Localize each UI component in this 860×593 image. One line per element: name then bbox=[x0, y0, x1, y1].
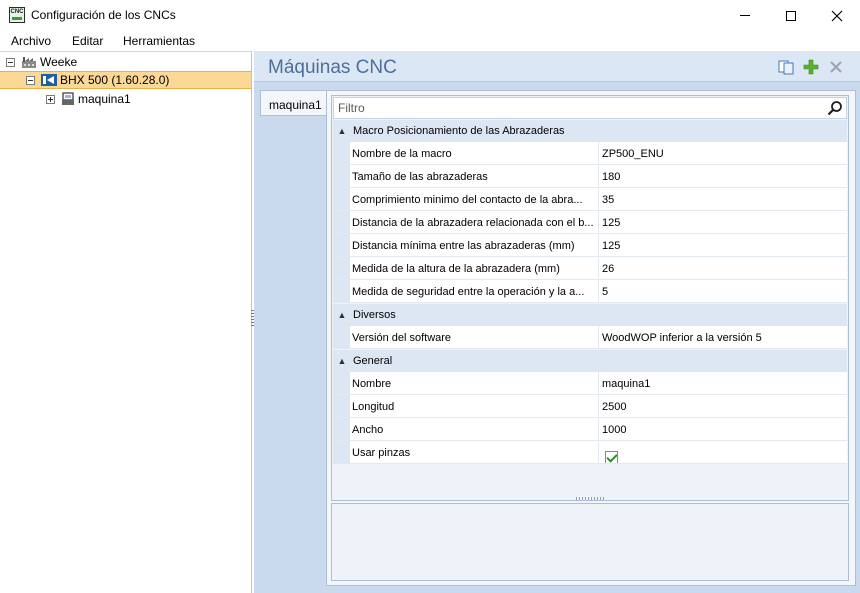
property-value[interactable]: 125 bbox=[599, 234, 847, 256]
category-general[interactable]: ▲ General bbox=[333, 350, 847, 372]
property-row[interactable]: Nombre maquina1 bbox=[333, 372, 847, 395]
property-value[interactable]: 125 bbox=[599, 211, 847, 233]
property-row[interactable]: Ancho 1000 bbox=[333, 418, 847, 441]
collapse-icon[interactable] bbox=[6, 57, 15, 67]
property-value[interactable]: maquina1 bbox=[599, 372, 847, 394]
menu-editar[interactable]: Editar bbox=[72, 34, 103, 48]
category-label: Macro Posicionamiento de las Abrazaderas bbox=[353, 125, 565, 137]
menu-bar: Archivo Editar Herramientas bbox=[0, 31, 860, 51]
description-pane bbox=[331, 503, 849, 581]
category-label: Diversos bbox=[353, 309, 396, 321]
plus-icon bbox=[803, 59, 819, 75]
delete-icon bbox=[830, 61, 842, 73]
category-label: General bbox=[353, 355, 393, 367]
factory-icon bbox=[22, 57, 36, 68]
property-value[interactable]: 1000 bbox=[599, 418, 847, 440]
property-value[interactable]: WoodWOP inferior a la versión 5 bbox=[599, 326, 847, 348]
machine-tree: Weeke BHX 500 (1.60.28.0) maquina1 bbox=[0, 51, 252, 593]
property-name: Ancho bbox=[350, 418, 599, 440]
chevron-up-icon[interactable]: ▲ bbox=[333, 310, 351, 320]
property-name: Nombre de la macro bbox=[350, 142, 599, 164]
property-name: Comprimiento minimo del contacto de la a… bbox=[350, 188, 599, 210]
property-name: Distancia mínima entre las abrazaderas (… bbox=[350, 234, 599, 256]
tree-label-weeke: Weeke bbox=[40, 55, 78, 69]
tree-node-bhx500[interactable]: BHX 500 (1.60.28.0) bbox=[0, 71, 251, 89]
property-value[interactable]: 180 bbox=[599, 165, 847, 187]
property-name: Medida de la altura de la abrazadera (mm… bbox=[350, 257, 599, 279]
expand-icon[interactable] bbox=[46, 94, 55, 104]
property-grid: ▲ Macro Posicionamiento de las Abrazader… bbox=[331, 95, 849, 501]
tab-maquina1[interactable]: maquina1 bbox=[260, 90, 326, 116]
collapse-icon[interactable] bbox=[26, 75, 35, 85]
close-window-button[interactable] bbox=[814, 0, 860, 31]
cnc-app-icon: CNC bbox=[9, 7, 25, 23]
property-row[interactable]: Distancia mínima entre las abrazaderas (… bbox=[333, 234, 847, 257]
usar-pinzas-checkbox[interactable] bbox=[605, 451, 618, 463]
window-title: Configuración de los CNCs bbox=[31, 8, 176, 22]
tree-label-maquina1: maquina1 bbox=[78, 92, 131, 106]
property-name: Nombre bbox=[350, 372, 599, 394]
close-icon bbox=[831, 10, 843, 21]
property-value[interactable]: 2500 bbox=[599, 395, 847, 417]
grid-splitter[interactable] bbox=[576, 497, 606, 500]
filter-box bbox=[333, 97, 847, 119]
tab-content: ▲ Macro Posicionamiento de las Abrazader… bbox=[326, 90, 856, 586]
property-name: Usar pinzas bbox=[350, 441, 599, 463]
tree-node-maquina1[interactable]: maquina1 bbox=[46, 90, 246, 108]
filter-input[interactable] bbox=[338, 100, 808, 116]
category-diversos[interactable]: ▲ Diversos bbox=[333, 304, 847, 326]
property-row[interactable]: Tamaño de las abrazaderas 180 bbox=[333, 165, 847, 188]
property-name: Tamaño de las abrazaderas bbox=[350, 165, 599, 187]
maximize-button[interactable] bbox=[768, 0, 814, 31]
property-name: Longitud bbox=[350, 395, 599, 417]
title-bar: CNC Configuración de los CNCs bbox=[0, 0, 860, 31]
property-value-checkbox[interactable] bbox=[599, 441, 847, 463]
property-row[interactable]: Versión del software WoodWOP inferior a … bbox=[333, 326, 847, 349]
menu-archivo[interactable]: Archivo bbox=[11, 34, 51, 48]
cnc-machine-icon bbox=[41, 74, 57, 86]
property-name: Versión del software bbox=[350, 326, 599, 348]
search-icon[interactable] bbox=[827, 100, 843, 116]
property-value[interactable]: 26 bbox=[599, 257, 847, 279]
property-row[interactable]: Usar pinzas bbox=[333, 441, 847, 464]
property-row[interactable]: Medida de la altura de la abrazadera (mm… bbox=[333, 257, 847, 280]
property-row[interactable]: Medida de seguridad entre la operación y… bbox=[333, 280, 847, 303]
minimize-button[interactable] bbox=[722, 0, 768, 31]
tree-node-weeke[interactable]: Weeke bbox=[6, 53, 246, 71]
property-value[interactable]: 5 bbox=[599, 280, 847, 302]
property-row[interactable]: Distancia de la abrazadera relacionada c… bbox=[333, 211, 847, 234]
machine-icon bbox=[62, 92, 74, 105]
property-value[interactable]: ZP500_ENU bbox=[599, 142, 847, 164]
property-value[interactable]: 35 bbox=[599, 188, 847, 210]
add-button[interactable] bbox=[803, 59, 819, 75]
tree-label-bhx500: BHX 500 (1.60.28.0) bbox=[60, 73, 170, 87]
delete-button[interactable] bbox=[828, 59, 844, 75]
property-name: Distancia de la abrazadera relacionada c… bbox=[350, 211, 599, 233]
tab-strip: maquina1 ▲ Macro Posicionamiento de las … bbox=[254, 81, 860, 593]
copy-button[interactable] bbox=[778, 59, 794, 75]
chevron-up-icon[interactable]: ▲ bbox=[333, 356, 351, 366]
property-row[interactable]: Nombre de la macro ZP500_ENU bbox=[333, 142, 847, 165]
menu-herramientas[interactable]: Herramientas bbox=[123, 34, 195, 48]
category-macro-posicionamiento[interactable]: ▲ Macro Posicionamiento de las Abrazader… bbox=[333, 120, 847, 142]
property-row[interactable]: Comprimiento minimo del contacto de la a… bbox=[333, 188, 847, 211]
machines-panel: Máquinas CNC maquina1 ▲ Macro bbox=[254, 51, 860, 593]
property-name: Medida de seguridad entre la operación y… bbox=[350, 280, 599, 302]
chevron-up-icon[interactable]: ▲ bbox=[333, 126, 351, 136]
property-row[interactable]: Longitud 2500 bbox=[333, 395, 847, 418]
panel-title: Máquinas CNC bbox=[268, 57, 397, 78]
copy-icon bbox=[778, 60, 794, 75]
